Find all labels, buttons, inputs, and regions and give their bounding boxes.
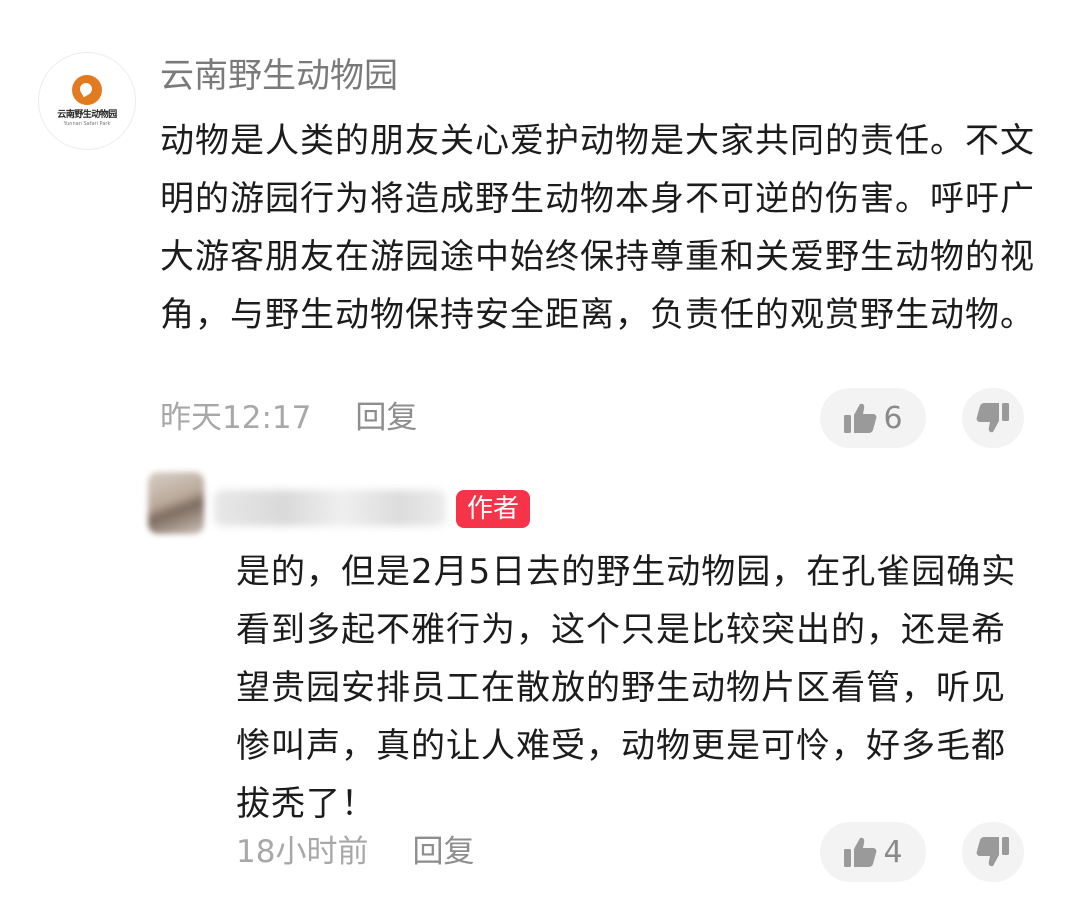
like-count: 6 [883,400,903,436]
reply-like-button[interactable]: 4 [820,822,926,882]
avatar[interactable]: 云南野生动物园 Yunnan Safari Park [38,52,136,150]
thumbs-down-icon [976,837,1009,867]
reply-dislike-button[interactable] [962,822,1024,882]
thumbs-up-icon [844,837,877,867]
reply-reply-button[interactable]: 回复 [412,834,474,870]
comment-meta: 昨天12:17 回复 [160,398,417,438]
reply-time: 18小时前 [236,834,369,870]
like-button[interactable]: 6 [820,388,926,448]
author-badge: 作者 [456,490,531,528]
comment-username[interactable]: 云南野生动物园 [160,52,398,100]
reply-avatar[interactable] [148,472,204,534]
comment-thread: 云南野生动物园 Yunnan Safari Park 云南野生动物园 动物是人类… [0,0,1067,900]
reply-username[interactable] [214,490,446,526]
reply-text: 是的，但是2月5日去的野生动物园，在孔雀园确实看到多起不雅行为，这个只是比较突出… [236,552,1017,824]
comment-time: 昨天12:17 [160,400,312,436]
avatar-logo-subtext: Yunnan Safari Park [63,120,111,127]
reply-like-count: 4 [883,834,903,870]
avatar-logo-text: 云南野生动物园 [57,109,117,120]
thumbs-up-icon [844,403,877,433]
dislike-button[interactable] [962,388,1024,448]
reply-button[interactable]: 回复 [355,400,417,436]
park-logo-icon [72,74,102,105]
thumbs-down-icon [976,403,1009,433]
reply-meta: 18小时前 回复 [236,832,474,872]
comment-text: 动物是人类的朋友关心爱护动物是大家共同的责任。不文明的游园行为将造成野生动物本身… [160,121,1035,335]
